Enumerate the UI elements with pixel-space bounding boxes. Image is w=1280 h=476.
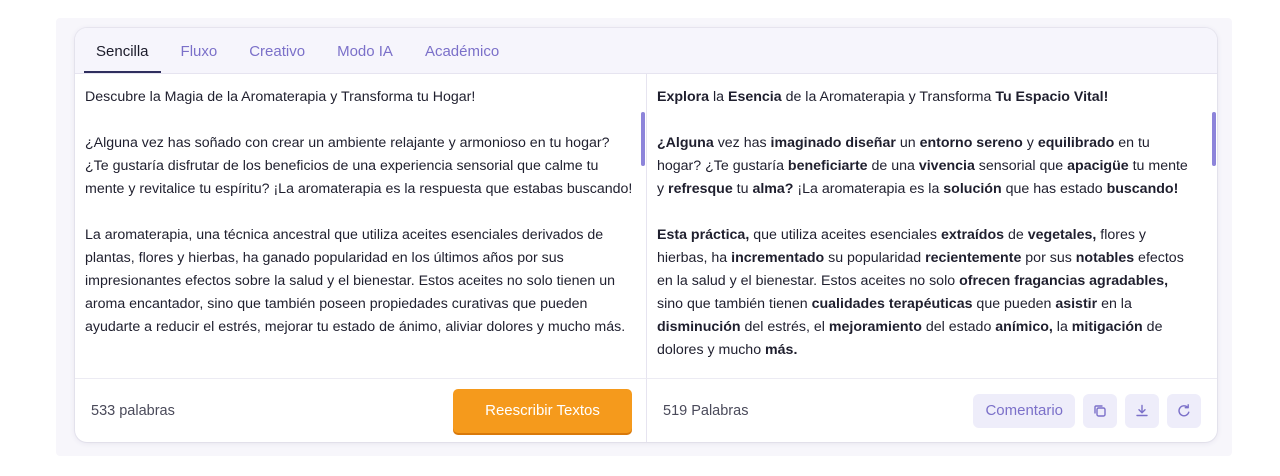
highlighted-change: ofrecen fragancias agradables, [959,273,1169,289]
highlighted-change: equilibrado [1037,135,1115,151]
highlighted-change: buscando! [1106,181,1179,197]
output-text-segment: por sus [1021,250,1076,266]
output-text-segment: un [895,135,920,151]
output-text-segment: y [1022,135,1038,151]
highlighted-change: Tu Espacio Vital! [995,89,1109,105]
input-paragraph: La aromaterapia, una técnica ancestral q… [85,227,626,335]
input-paragraph: ¿Alguna vez has soñado con crear un ambi… [85,135,633,197]
output-text-segment: vez has [713,135,771,151]
highlighted-change: cualidades terapéuticas [811,296,973,312]
output-text-segment: su popularidad [824,250,926,266]
output-paragraph: Esta práctica, que utiliza aceites esenc… [657,224,1192,362]
highlighted-change: entorno sereno [919,135,1023,151]
tab-sencilla[interactable]: Sencilla [84,43,161,73]
output-text: Explora la Esencia de la Aromaterapia y … [657,86,1192,378]
highlighted-change: apacigüe [1067,158,1129,174]
highlighted-change: imaginado diseñar [770,135,896,151]
rewrite-button[interactable]: Reescribir Textos [453,388,632,433]
tab-modo-ia[interactable]: Modo IA [325,43,405,73]
highlighted-change: Esencia [727,89,782,105]
highlighted-change: vegetales, [1027,227,1097,243]
comment-button[interactable]: Comentario [973,393,1075,428]
refresh-button[interactable] [1167,393,1201,428]
output-text-segment: de [1004,227,1028,243]
highlighted-change: mejoramiento [828,319,922,335]
output-word-count: 519 Palabras [663,402,749,419]
download-button[interactable] [1125,393,1159,428]
output-text-segment: de una [867,158,919,174]
highlighted-change: mitigación [1071,319,1143,335]
highlighted-change: vivencia [918,158,975,174]
output-text-segment: del estrés, el [740,319,829,335]
highlighted-change: más. [765,342,798,358]
output-scrollbar[interactable] [1212,112,1216,166]
highlighted-change: ¿Alguna [657,135,714,151]
copy-button[interactable] [1083,393,1117,428]
highlighted-change: solución [943,181,1002,197]
output-text-segment: sino que también tienen [657,296,812,312]
output-text-segment: ¡La aromaterapia es la [793,181,944,197]
output-text-segment: que pueden [972,296,1056,312]
output-paragraph: Explora la Esencia de la Aromaterapia y … [657,86,1192,109]
highlighted-change: Esta práctica, [657,227,750,243]
highlighted-change: alma? [752,181,794,197]
highlighted-change: notables [1075,250,1135,266]
output-text-segment: en la [1097,296,1132,312]
output-footer: 519 Palabras Comentario [647,378,1217,442]
tab-academico[interactable]: Académico [413,43,511,73]
output-text-segment: tu [732,181,753,197]
output-text-segment: que utiliza aceites esenciales [749,227,941,243]
output-text-segment: que has estado [1001,181,1107,197]
input-fade [75,366,646,378]
output-text-segment: de la Aromaterapia y Transforma [781,89,996,105]
input-paragraph: Descubre la Magia de la Aromaterapia y T… [85,89,476,105]
paraphraser-card: Sencilla Fluxo Creativo Modo IA Académic… [75,28,1217,442]
output-actions: Comentario [973,393,1201,428]
output-paragraph: ¿Alguna vez has imaginado diseñar un ent… [657,132,1192,201]
output-text-segment: la [709,89,728,105]
highlighted-change: refresque [668,181,733,197]
highlighted-change: extraídos [940,227,1005,243]
input-text-pane[interactable]: Descubre la Magia de la Aromaterapia y T… [75,74,647,378]
output-text-segment: la [1052,319,1072,335]
input-footer: 533 palabras Reescribir Textos [75,378,647,442]
mode-tabs: Sencilla Fluxo Creativo Modo IA Académic… [75,28,1217,74]
output-text-segment: del estado [921,319,996,335]
download-icon [1136,404,1148,416]
output-fade [647,366,1217,378]
copy-icon [1094,404,1106,417]
highlighted-change: disminución [657,319,741,335]
highlighted-change: anímico, [995,319,1053,335]
input-text[interactable]: Descubre la Magia de la Aromaterapia y T… [85,86,633,362]
highlighted-change: asistir [1055,296,1098,312]
highlighted-change: Explora [657,89,710,105]
output-text-pane: Explora la Esencia de la Aromaterapia y … [647,74,1217,378]
highlighted-change: recientemente [925,250,1022,266]
input-scrollbar[interactable] [641,112,645,166]
output-text-segment: sensorial que [974,158,1068,174]
refresh-icon [1178,403,1190,416]
tab-creativo[interactable]: Creativo [237,43,317,73]
tab-fluxo[interactable]: Fluxo [169,43,230,73]
highlighted-change: incrementado [731,250,825,266]
input-word-count: 533 palabras [91,402,175,419]
highlighted-change: beneficiarte [787,158,868,174]
